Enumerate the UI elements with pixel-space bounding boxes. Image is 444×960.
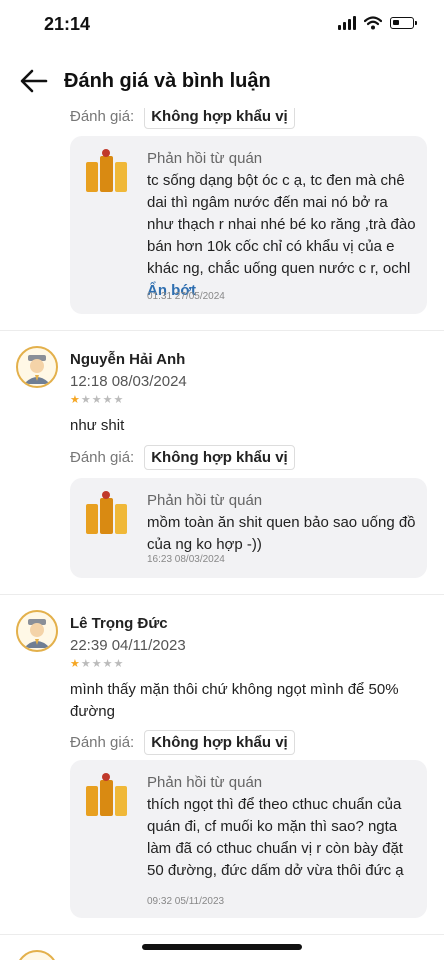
star-icon: ★	[80, 394, 91, 406]
rating-row: Đánh giá: Không hợp khẩu vị	[70, 445, 295, 470]
status-icons	[338, 16, 417, 30]
reply-date: 09:32 05/11/2023	[147, 896, 225, 907]
reply-text: thích ngọt thì để theo cthuc chuẩn của q…	[147, 796, 404, 879]
star-icon: ★	[113, 658, 124, 670]
shop-reply-card: Phản hồi từ quán tc sống dạng bột óc c ạ…	[70, 136, 427, 314]
reviewer-name: Lê Trọng Đức	[70, 615, 168, 632]
star-icon: ★	[91, 658, 102, 670]
shop-drinks-thumbnail	[86, 491, 127, 534]
user-avatar-icon	[24, 619, 50, 648]
star-rating: ★ ★ ★ ★ ★	[70, 395, 123, 406]
rating-tag: Không hợp khẩu vị	[144, 730, 295, 755]
reply-text: mồm toàn ăn shit quen bảo sao uống đồ củ…	[147, 514, 416, 553]
status-time: 21:14	[44, 14, 91, 34]
shop-drinks-thumbnail	[86, 773, 127, 816]
rating-row: Đánh giá: Không hợp khẩu vị	[70, 108, 295, 129]
user-avatar-icon	[24, 355, 50, 384]
star-icon: ★	[113, 394, 124, 406]
star-icon: ★	[102, 394, 113, 406]
rating-label: Đánh giá:	[70, 449, 135, 466]
home-indicator[interactable]	[142, 944, 302, 950]
cellular-signal-icon	[338, 16, 356, 30]
shop-reply-card: Phản hồi từ quán mồm toàn ăn shit quen b…	[70, 478, 427, 578]
avatar	[16, 950, 58, 960]
reply-title: Phản hồi từ quán	[147, 492, 263, 509]
reviewer-name: Nguyễn Hải Anh	[70, 351, 186, 368]
reviews-list[interactable]: Đánh giá: Không hợp khẩu vị Phản hồi từ …	[0, 108, 444, 960]
review-text: như shit	[70, 417, 125, 434]
rating-label: Đánh giá:	[70, 734, 135, 751]
reply-body: tc sống dạng bột óc c ạ, tc đen mà chê d…	[147, 172, 416, 277]
battery-icon	[390, 17, 417, 29]
shop-reply-card: Phản hồi từ quán thích ngọt thì để theo …	[70, 760, 427, 918]
star-icon: ★	[102, 658, 113, 670]
avatar	[16, 346, 58, 388]
shop-drinks-thumbnail	[86, 149, 127, 192]
divider	[0, 330, 444, 331]
review-time: 22:39 04/11/2023	[70, 637, 186, 654]
review-time: 12:18 08/03/2024	[70, 373, 187, 390]
reply-title: Phản hồi từ quán	[147, 774, 263, 791]
back-arrow-icon[interactable]	[18, 66, 52, 96]
reply-text: tc sống dạng bột óc c ạ, tc đen mà chê d…	[147, 170, 417, 302]
star-icon: ★	[80, 658, 91, 670]
app-header: Đánh giá và bình luận	[0, 58, 444, 106]
star-icon: ★	[70, 394, 80, 406]
rating-row: Đánh giá: Không hợp khẩu vị	[70, 730, 295, 755]
reply-title: Phản hồi từ quán	[147, 150, 263, 167]
rating-tag: Không hợp khẩu vị	[144, 445, 295, 470]
rating-label: Đánh giá:	[70, 108, 135, 125]
wifi-icon	[364, 16, 382, 30]
divider	[0, 594, 444, 595]
status-bar: 21:14	[0, 0, 444, 52]
review-text: mình thấy mặn thôi chứ không ngọt mình đ…	[70, 681, 399, 720]
avatar	[16, 610, 58, 652]
reply-date: 16:23 08/03/2024	[147, 554, 225, 565]
rating-tag: Không hợp khẩu vị	[144, 108, 295, 129]
star-icon: ★	[91, 394, 102, 406]
star-icon: ★	[70, 658, 80, 670]
reply-date: 01:31 27/05/2024	[147, 291, 225, 302]
star-rating: ★ ★ ★ ★ ★	[70, 659, 123, 670]
divider	[0, 934, 444, 935]
page-title: Đánh giá và bình luận	[64, 70, 271, 92]
